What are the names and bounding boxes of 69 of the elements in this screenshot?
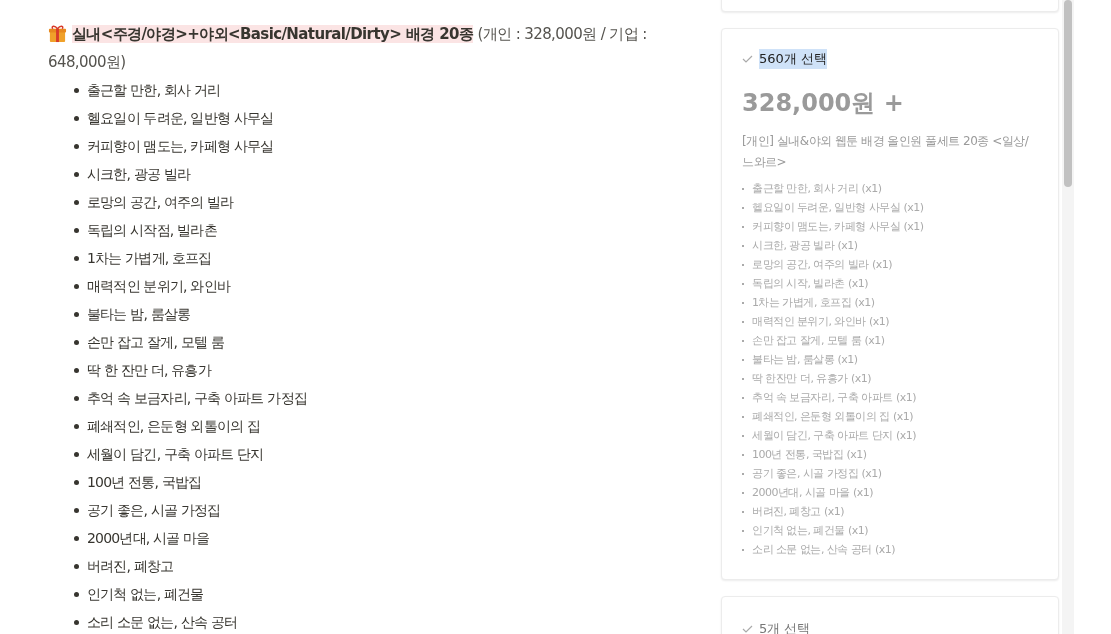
check-icon (742, 55, 753, 63)
list-item: 출근할 만한, 회사 거리 (87, 81, 221, 100)
option-item: 버려진, 폐창고 (x1) (752, 504, 845, 520)
list-item: 공기 좋은, 시골 가정집 (87, 501, 221, 520)
gift-icon (48, 24, 67, 43)
heading-text: 실내<주경/야경>+야외<Basic/Natural/Dirty> 배경 20종 (개인 : 328,000원 / 기업 : 648,000원) (48, 24, 648, 73)
option-item: 1차는 가볍게, 호프집 (x1) (752, 295, 875, 311)
option-item: 로망의 공간, 여주의 빌라 (x1) (752, 257, 893, 273)
list-item: 인기척 없는, 폐건물 (87, 585, 204, 604)
bullet-icon (74, 255, 79, 261)
bullet-icon (74, 563, 79, 569)
list-item: 소리 소문 없는, 산속 공터 (87, 613, 238, 632)
list-item: 버려진, 폐창고 (87, 557, 174, 576)
option-item: 2000년대, 시골 마을 (x1) (752, 485, 874, 501)
bullet-icon (74, 171, 79, 177)
option-item: 소리 소문 없는, 산속 공터 (x1) (752, 542, 896, 558)
option-item: 출근할 만한, 회사 거리 (x1) (752, 181, 882, 197)
product-name: [개인] 실내&야외 웹툰 배경 올인원 풀세트 20종 <일상/느와르> (742, 133, 1030, 171)
selection-count: 560개 선택 (759, 49, 827, 69)
list-item: 1차는 가볍게, 호프집 (87, 249, 212, 268)
list-item: 딱 한 잔만 더, 유흥가 (87, 361, 211, 380)
bullet-icon (74, 535, 79, 541)
bullet-icon (74, 619, 79, 625)
list-item: 로망의 공간, 여주의 빌라 (87, 193, 234, 212)
list-item: 매력적인 분위기, 와인바 (87, 277, 230, 296)
list-item: 추억 속 보금자리, 구축 아파트 가정집 (87, 389, 307, 408)
option-item: 추억 속 보금자리, 구축 아파트 (x1) (752, 390, 917, 406)
list-item: 100년 전통, 국밥집 (87, 473, 202, 492)
price: 328,000원 + (742, 88, 905, 119)
bullet-icon (74, 283, 79, 289)
bullet-icon (74, 115, 79, 121)
option-item: 손만 잡고 잘게, 모텔 룸 (x1) (752, 333, 885, 349)
bullet-icon (74, 227, 79, 233)
bullet-icon (74, 423, 79, 429)
bullet-icon (74, 451, 79, 457)
bullet-icon (74, 507, 79, 513)
list-item: 시크한, 광공 빌라 (87, 165, 191, 184)
option-item: 100년 전통, 국밥집 (x1) (752, 447, 867, 463)
option-item: 커피향이 맴도는, 카페형 사무실 (x1) (752, 219, 924, 235)
bullet-icon (74, 591, 79, 597)
list-item: 헬요일이 두려운, 일반형 사무실 (87, 109, 274, 128)
bullet-icon (74, 395, 79, 401)
option-item: 세월이 담긴, 구축 아파트 단지 (x1) (752, 428, 917, 444)
list-item: 세월이 담긴, 구축 아파트 단지 (87, 445, 264, 464)
bullet-icon (74, 199, 79, 205)
list-item: 2000년대, 시골 마을 (87, 529, 210, 548)
bullet-icon (74, 87, 79, 93)
scrollbar[interactable] (1062, 0, 1074, 634)
list-item: 독립의 시작점, 빌라촌 (87, 221, 217, 240)
bullet-icon (74, 311, 79, 317)
scroll-thumb[interactable] (1064, 0, 1072, 187)
check-icon (742, 625, 753, 633)
list-item: 폐쇄적인, 은둔형 외톨이의 집 (87, 417, 260, 436)
bullet-icon (74, 479, 79, 485)
option-item: 폐쇄적인, 은둔형 외톨이의 집 (x1) (752, 409, 914, 425)
bullet-icon (74, 339, 79, 345)
option-item: 공기 좋은, 시골 가정집 (x1) (752, 466, 882, 482)
option-item: 매력적인 분위기, 와인바 (x1) (752, 314, 890, 330)
option-item: 독립의 시작, 빌라촌 (x1) (752, 276, 869, 292)
list-item: 손만 잡고 잘게, 모텔 룸 (87, 333, 225, 352)
bullet-icon (74, 367, 79, 373)
option-item: 불타는 밤, 룸살롱 (x1) (752, 352, 858, 368)
option-item: 시크한, 광공 빌라 (x1) (752, 238, 858, 254)
option-item: 딱 한잔만 더, 유흥가 (x1) (752, 371, 872, 387)
list-item: 불타는 밤, 룸살롱 (87, 305, 191, 324)
option-item: 헬요일이 두려운, 일반형 사무실 (x1) (752, 200, 924, 216)
option-item: 인기척 없는, 폐건물 (x1) (752, 523, 869, 539)
bullet-icon (74, 143, 79, 149)
list-item: 커피향이 맴도는, 카페형 사무실 (87, 137, 274, 156)
